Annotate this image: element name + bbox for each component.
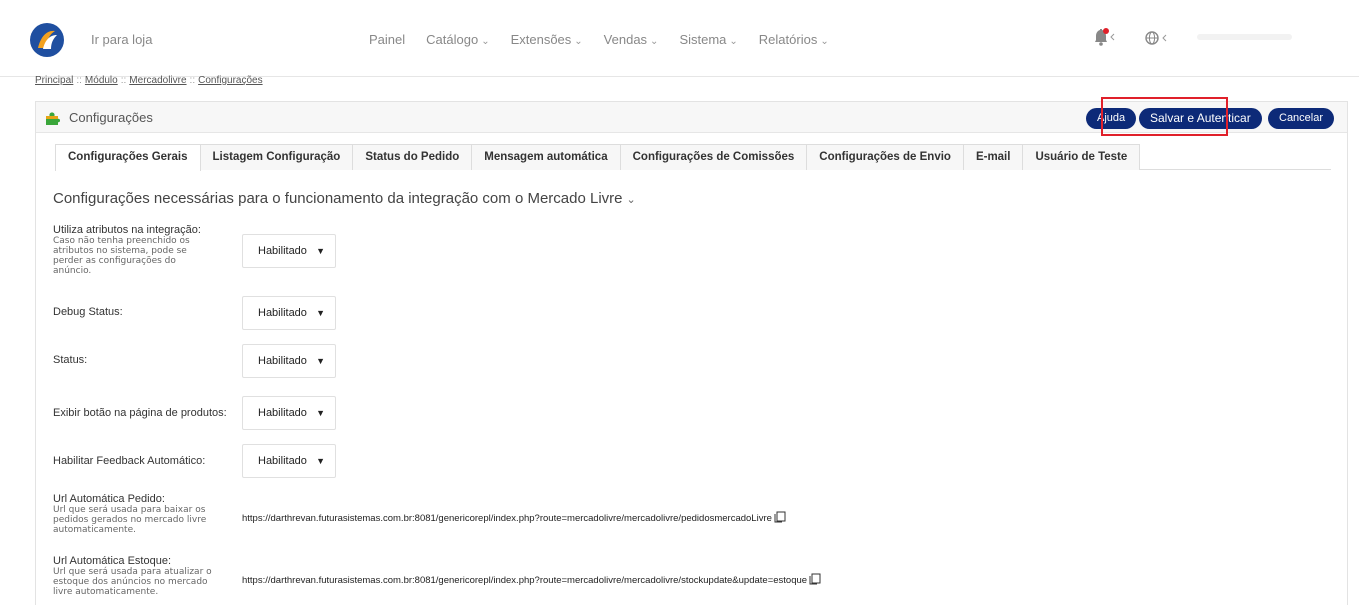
breadcrumb-configuracoes[interactable]: Configurações <box>198 75 262 86</box>
field-row: Url Automática Estoque: Url que será usa… <box>53 555 212 597</box>
tab-status-do-pedido[interactable]: Status do Pedido <box>352 144 473 170</box>
select-value: Habilitado <box>258 455 307 467</box>
select-value: Habilitado <box>258 307 307 319</box>
puzzle-icon <box>46 112 60 125</box>
field-label: Utiliza atributos na integração: <box>53 224 201 236</box>
select-value: Habilitado <box>258 245 307 257</box>
chevron-down-icon: ⌄ <box>626 194 636 206</box>
field-row: Utiliza atributos na integração: Caso nã… <box>53 224 201 276</box>
breadcrumb-separator: :: <box>76 75 82 86</box>
field-row: Debug Status: <box>53 306 123 318</box>
save-button-highlight <box>1101 97 1228 136</box>
url-estoque: https://darthrevan.futurasistemas.com.br… <box>242 573 821 586</box>
select-feedback-automatico[interactable]: Habilitado ▼ <box>242 444 336 478</box>
field-row: Exibir botão na página de produtos: <box>53 407 227 419</box>
chevron-down-icon: ⌄ <box>650 36 659 47</box>
chevron-down-icon: ⌄ <box>729 36 738 47</box>
select-status[interactable]: Habilitado ▼ <box>242 344 336 378</box>
field-label: Habilitar Feedback Automático: <box>53 455 206 467</box>
select-utiliza-atributos[interactable]: Habilitado ▼ <box>242 234 336 268</box>
globe-icon[interactable] <box>1144 28 1170 48</box>
hint-line: livre automaticamente. <box>53 587 159 597</box>
hint-line: atributos no sistema, pode se <box>53 246 187 256</box>
chevron-down-icon: ⌄ <box>820 36 829 47</box>
page-title: Configurações <box>69 110 153 125</box>
hint-line: Caso não tenha preenchido os <box>53 236 190 246</box>
select-value: Habilitado <box>258 407 307 419</box>
dropdown-arrow-icon: ▼ <box>316 356 325 366</box>
breadcrumb-principal[interactable]: Principal <box>35 75 73 86</box>
section-title-text: Configurações necessárias para o funcion… <box>53 190 623 207</box>
hint-line: anúncio. <box>53 266 92 276</box>
tab-configuracoes-gerais[interactable]: Configurações Gerais <box>55 144 201 171</box>
field-label: Url Automática Pedido: <box>53 493 165 505</box>
field-row: Status: <box>53 354 87 366</box>
hint-line: Url que será usada para baixar os <box>53 505 206 515</box>
tab-bar: Configurações Gerais Listagem Configuraç… <box>55 144 1331 171</box>
hint-line: estoque dos anúncios no mercado <box>53 577 208 587</box>
dropdown-arrow-icon: ▼ <box>316 408 325 418</box>
main-nav: Painel Catálogo ⌄ Extensões ⌄ Vendas ⌄ Sist… <box>369 32 850 47</box>
dropdown-arrow-icon: ▼ <box>316 246 325 256</box>
hint-line: pedidos gerados no mercado livre <box>53 515 207 525</box>
hint-line: automaticamente. <box>53 525 136 535</box>
field-hint: Url que será usada para baixar os pedido… <box>53 505 206 535</box>
nav-label: Relatórios <box>758 32 818 47</box>
url-value[interactable]: https://darthrevan.futurasistemas.com.br… <box>242 575 807 586</box>
breadcrumb-separator: :: <box>189 75 196 86</box>
field-label: Status: <box>53 354 88 366</box>
nav-label: Catálogo <box>426 32 479 47</box>
bell-icon[interactable] <box>1092 27 1118 47</box>
dropdown-arrow-icon: ▼ <box>316 308 325 318</box>
nav-relatorios[interactable]: Relatórios ⌄ <box>759 32 829 47</box>
tab-listagem-configuracao[interactable]: Listagem Configuração <box>199 144 354 170</box>
copy-icon[interactable] <box>774 511 786 523</box>
nav-label: Extensões <box>510 32 572 47</box>
field-label: Url Automática Estoque: <box>53 555 172 567</box>
field-hint: Url que será usada para atualizar o esto… <box>53 567 212 597</box>
nav-catalogo[interactable]: Catálogo ⌄ <box>426 32 489 47</box>
field-row: Habilitar Feedback Automático: <box>53 455 205 467</box>
select-exibir-botao[interactable]: Habilitado ▼ <box>242 396 336 430</box>
copy-icon[interactable] <box>809 573 821 585</box>
field-row: Url Automática Pedido: Url que será usad… <box>53 493 206 535</box>
url-pedido: https://darthrevan.futurasistemas.com.br… <box>242 511 786 524</box>
nav-painel[interactable]: Painel <box>369 32 405 47</box>
url-value[interactable]: https://darthrevan.futurasistemas.com.br… <box>242 513 772 524</box>
tab-usuario-teste[interactable]: Usuário de Teste <box>1022 144 1141 170</box>
nav-label: Painel <box>369 32 406 47</box>
user-menu[interactable] <box>1197 34 1292 40</box>
field-label: Exibir botão na página de produtos: <box>53 407 227 419</box>
cancel-button[interactable]: Cancelar <box>1268 108 1335 129</box>
hint-line: Url que será usada para atualizar o <box>53 567 212 577</box>
top-navbar: Ir para loja Painel Catálogo ⌄ Extensões ⌄… <box>0 0 1359 77</box>
nav-label: Vendas <box>603 32 648 47</box>
settings-panel: Configurações Ajuda Salvar e Autenticar … <box>35 101 1348 605</box>
nav-vendas[interactable]: Vendas ⌄ <box>604 32 659 47</box>
tab-mensagem-automatica[interactable]: Mensagem automática <box>471 144 621 170</box>
nav-extensoes[interactable]: Extensões ⌄ <box>511 32 583 47</box>
nav-label: Sistema <box>679 32 727 47</box>
dropdown-arrow-icon: ▼ <box>316 456 325 466</box>
select-debug-status[interactable]: Habilitado ▼ <box>242 296 336 330</box>
breadcrumb-mercadolivre[interactable]: Mercadolivre <box>129 75 186 86</box>
logo-icon[interactable] <box>29 22 65 58</box>
tab-email[interactable]: E-mail <box>962 144 1024 170</box>
store-link[interactable]: Ir para loja <box>91 32 152 47</box>
field-label: Debug Status: <box>53 306 123 318</box>
nav-sistema[interactable]: Sistema ⌄ <box>679 32 737 47</box>
tab-configuracoes-comissoes[interactable]: Configurações de Comissões <box>619 144 808 170</box>
breadcrumb-modulo[interactable]: Módulo <box>85 75 118 86</box>
chevron-down-icon: ⌄ <box>481 36 490 47</box>
breadcrumb: Principal:: Módulo:: Mercadolivre:: Configu… <box>35 75 263 86</box>
field-hint: Caso não tenha preenchido os atributos n… <box>53 236 201 276</box>
select-value: Habilitado <box>258 355 307 367</box>
tab-configuracoes-envio[interactable]: Configurações de Envio <box>806 144 964 170</box>
chevron-down-icon: ⌄ <box>574 36 583 47</box>
section-title[interactable]: Configurações necessárias para o funcion… <box>53 190 636 207</box>
hint-line: perder as configurações do <box>53 256 176 266</box>
breadcrumb-separator: :: <box>120 75 127 86</box>
